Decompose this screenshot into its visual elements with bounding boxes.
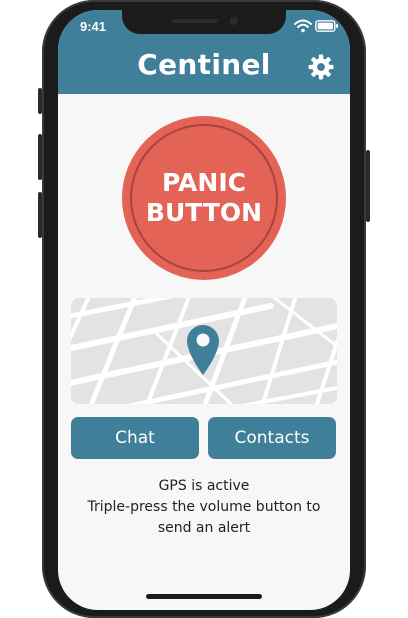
front-camera <box>230 17 238 25</box>
location-map[interactable] <box>71 298 337 404</box>
panic-label-line1: PANIC <box>162 168 246 197</box>
wifi-icon <box>294 19 312 33</box>
status-icons <box>290 19 340 33</box>
gear-icon[interactable] <box>308 54 334 80</box>
panic-button-label: PANIC BUTTON <box>122 168 286 228</box>
app-header: 9:41 Centinel <box>58 10 350 94</box>
panic-button[interactable]: PANIC BUTTON <box>122 116 286 280</box>
mute-switch <box>38 88 42 114</box>
battery-icon <box>315 20 338 32</box>
phone-screen: 9:41 Centinel PANIC BUTTON Chat Contacts… <box>58 10 350 610</box>
app-title: Centinel <box>137 48 271 81</box>
gps-status-text: GPS is active <box>158 478 250 494</box>
chat-button[interactable]: Chat <box>71 417 199 459</box>
volume-up-button <box>38 134 42 180</box>
home-indicator <box>146 594 262 599</box>
volume-hint-line2: send an alert <box>157 520 251 536</box>
contacts-button[interactable]: Contacts <box>208 417 336 459</box>
volume-hint-line1: Triple-press the volume button to <box>87 499 321 515</box>
map-pin-icon <box>187 325 219 375</box>
power-button <box>366 150 370 222</box>
volume-down-button <box>38 192 42 238</box>
panic-label-line2: BUTTON <box>145 198 263 227</box>
status-info: GPS is active Triple-press the volume bu… <box>58 476 350 539</box>
status-time: 9:41 <box>80 19 107 34</box>
speaker-grille <box>172 19 218 23</box>
notch <box>122 10 286 34</box>
